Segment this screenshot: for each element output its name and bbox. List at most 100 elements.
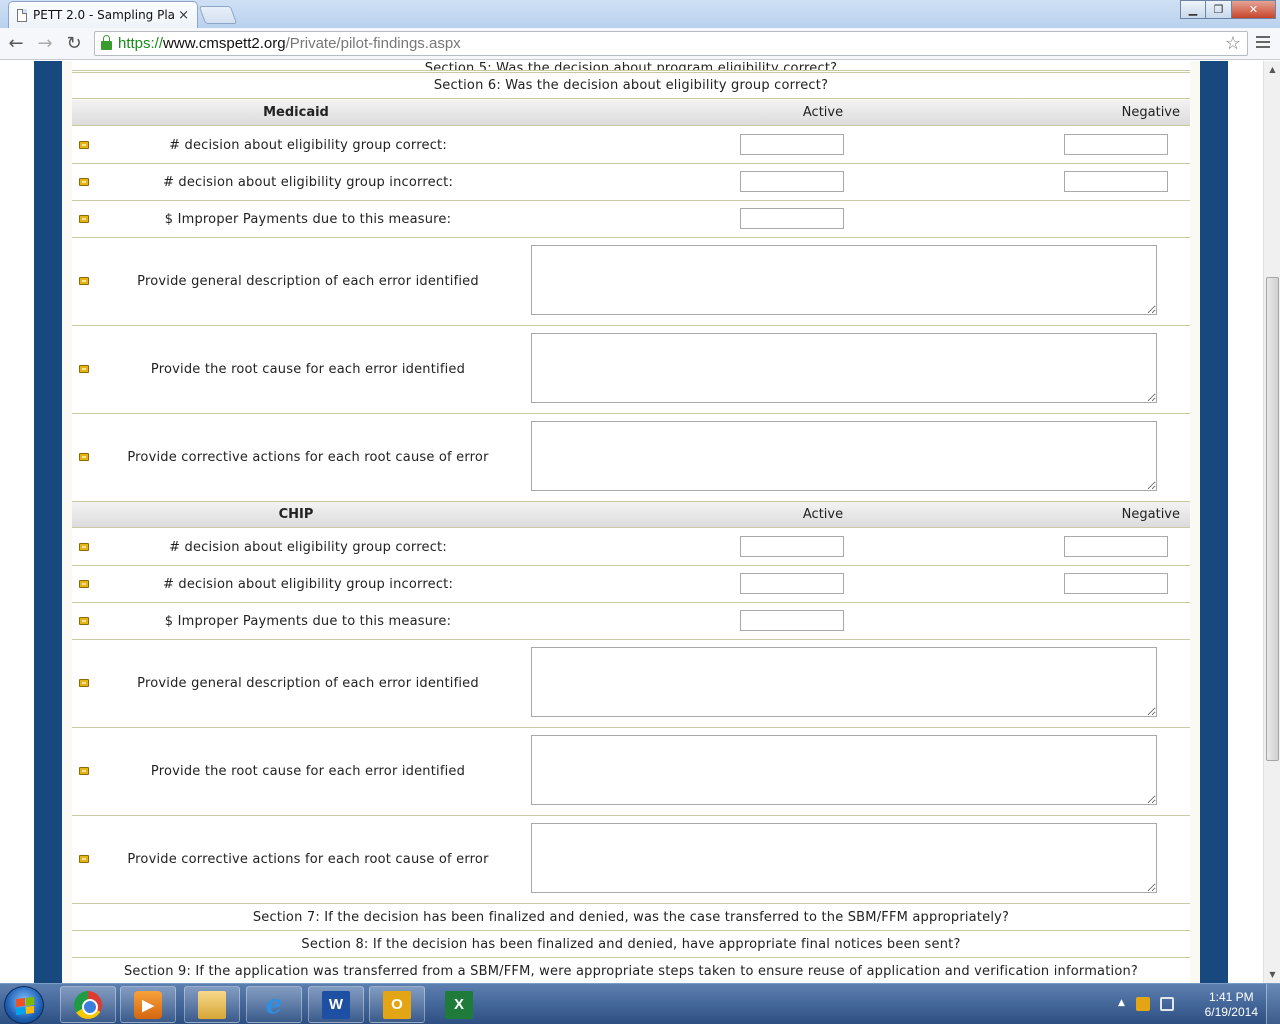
show-desktop-button[interactable]: [1266, 984, 1280, 1024]
row-chip-payments: $ Improper Payments due to this measure:: [72, 603, 1190, 640]
field-label: $ Improper Payments due to this measure:: [164, 614, 452, 629]
clock-date: 6/19/2014: [1204, 1005, 1258, 1019]
reload-icon[interactable]: ↻: [61, 31, 87, 57]
row-chip-correct: # decision about eligibility group corre…: [72, 529, 1190, 566]
bullet-icon: [79, 543, 89, 551]
medicaid-incorrect-active-input[interactable]: [740, 171, 844, 192]
chip-payments-input[interactable]: [740, 610, 844, 631]
row-medicaid-corrective: Provide corrective actions for each root…: [72, 414, 1190, 502]
medicaid-description-textarea[interactable]: [531, 245, 1157, 315]
chip-incorrect-active-input[interactable]: [740, 573, 844, 594]
page-viewport: Section 5: Was the decision about progra…: [0, 61, 1263, 983]
chrome-icon: [74, 990, 102, 1019]
bullet-icon: [79, 679, 89, 687]
browser-tab[interactable]: PETT 2.0 - Sampling Plans ×: [8, 1, 198, 28]
media-player-icon: ▶: [134, 990, 162, 1019]
group-header-medicaid: Medicaid Active Negative: [72, 100, 1190, 126]
chip-correct-active-input[interactable]: [740, 536, 844, 557]
address-bar[interactable]: https:// www.cmspett2.org /Private/pilot…: [94, 31, 1248, 56]
tab-close-icon[interactable]: ×: [178, 8, 189, 23]
bookmark-star-icon[interactable]: ☆: [1225, 33, 1241, 54]
page-frame-right: [1200, 61, 1228, 983]
field-label: # decision about eligibility group incor…: [162, 175, 454, 190]
taskbar-excel[interactable]: X: [431, 986, 487, 1023]
medicaid-root-cause-textarea[interactable]: [531, 333, 1157, 403]
medicaid-corrective-textarea[interactable]: [531, 421, 1157, 491]
show-hidden-icons-icon[interactable]: ▲: [1118, 998, 1125, 1008]
row-medicaid-root-cause: Provide the root cause for each error id…: [72, 326, 1190, 414]
taskbar-word[interactable]: W: [308, 986, 364, 1023]
windows-logo-icon: [16, 997, 34, 1015]
taskbar-chrome[interactable]: [60, 986, 116, 1023]
medicaid-correct-active-input[interactable]: [740, 134, 844, 155]
row-chip-incorrect: # decision about eligibility group incor…: [72, 566, 1190, 603]
field-label: # decision about eligibility group corre…: [169, 540, 447, 555]
outlook-tray-icon[interactable]: [1136, 997, 1150, 1011]
maximize-button[interactable]: ❐: [1206, 0, 1232, 19]
field-label: Provide general description of each erro…: [137, 274, 479, 289]
field-label: # decision about eligibility group incor…: [162, 577, 454, 592]
taskbar-outlook[interactable]: O: [369, 986, 425, 1023]
field-label: Provide the root cause for each error id…: [150, 764, 466, 779]
scroll-up-icon[interactable]: ▲: [1264, 61, 1280, 78]
row-medicaid-incorrect: # decision about eligibility group incor…: [72, 164, 1190, 201]
group-header-chip: CHIP Active Negative: [72, 502, 1190, 528]
browser-toolbar: ← → ↻ https:// www.cmspett2.org /Private…: [0, 28, 1280, 60]
back-arrow-icon[interactable]: ←: [3, 31, 29, 57]
bullet-icon: [79, 580, 89, 588]
chip-root-cause-textarea[interactable]: [531, 735, 1157, 805]
medicaid-payments-input[interactable]: [740, 208, 844, 229]
row-chip-description: Provide general description of each erro…: [72, 640, 1190, 728]
medicaid-incorrect-negative-input[interactable]: [1064, 171, 1168, 192]
taskbar-explorer[interactable]: [184, 986, 240, 1023]
network-icon[interactable]: [1160, 997, 1174, 1011]
vertical-scrollbar[interactable]: ▲ ▼: [1263, 61, 1280, 983]
bullet-icon: [79, 767, 89, 775]
chrome-menu-icon[interactable]: [1256, 36, 1270, 51]
section-7-header: Section 7: If the decision has been fina…: [72, 904, 1190, 931]
bullet-icon: [79, 617, 89, 625]
start-button[interactable]: [4, 986, 44, 1024]
minimize-button[interactable]: ▁: [1180, 0, 1206, 19]
scroll-thumb[interactable]: [1266, 277, 1279, 761]
browser-titlebar: PETT 2.0 - Sampling Plans × ▁ ❐ ✕: [0, 0, 1280, 28]
outlook-icon: O: [383, 990, 411, 1019]
clock-time: 1:41 PM: [1208, 990, 1254, 1004]
clock[interactable]: 1:41 PM 6/19/2014: [1205, 990, 1258, 1020]
close-window-button[interactable]: ✕: [1232, 0, 1276, 19]
chip-correct-negative-input[interactable]: [1064, 536, 1168, 557]
new-tab-button[interactable]: [198, 6, 238, 24]
taskbar-internet-explorer[interactable]: e: [246, 986, 302, 1023]
field-label: Provide the root cause for each error id…: [150, 362, 466, 377]
field-label: Provide corrective actions for each root…: [127, 450, 489, 465]
medicaid-correct-negative-input[interactable]: [1064, 134, 1168, 155]
system-tray: ▲ 1:41 PM 6/19/2014: [1110, 984, 1280, 1024]
chip-incorrect-negative-input[interactable]: [1064, 573, 1168, 594]
word-icon: W: [322, 990, 350, 1019]
scroll-down-icon[interactable]: ▼: [1264, 966, 1280, 983]
bullet-icon: [79, 215, 89, 223]
group-name: CHIP: [278, 507, 314, 522]
bullet-icon: [79, 453, 89, 461]
chip-description-textarea[interactable]: [531, 647, 1157, 717]
group-name: Medicaid: [263, 105, 329, 120]
chip-corrective-textarea[interactable]: [531, 823, 1157, 893]
field-label: Provide corrective actions for each root…: [127, 852, 489, 867]
forward-arrow-icon[interactable]: →: [32, 31, 58, 57]
bullet-icon: [79, 141, 89, 149]
section-9-header: Section 9: If the application was transf…: [72, 958, 1190, 983]
page-icon: [17, 8, 27, 22]
folder-icon: [198, 990, 226, 1019]
internet-explorer-icon: e: [265, 989, 283, 1020]
bullet-icon: [79, 855, 89, 863]
row-medicaid-description: Provide general description of each erro…: [72, 238, 1190, 326]
field-label: # decision about eligibility group corre…: [169, 138, 447, 153]
page-frame-left: [34, 61, 62, 983]
negative-column-label: Negative: [1121, 507, 1180, 522]
url-path: /Private/pilot-findings.aspx: [285, 35, 461, 52]
lock-icon: [101, 35, 112, 50]
section-6-header: Section 6: Was the decision about eligib…: [72, 72, 1190, 99]
field-label: Provide general description of each erro…: [137, 676, 479, 691]
active-column-label: Active: [802, 105, 844, 120]
taskbar-media-player[interactable]: ▶: [120, 986, 176, 1023]
